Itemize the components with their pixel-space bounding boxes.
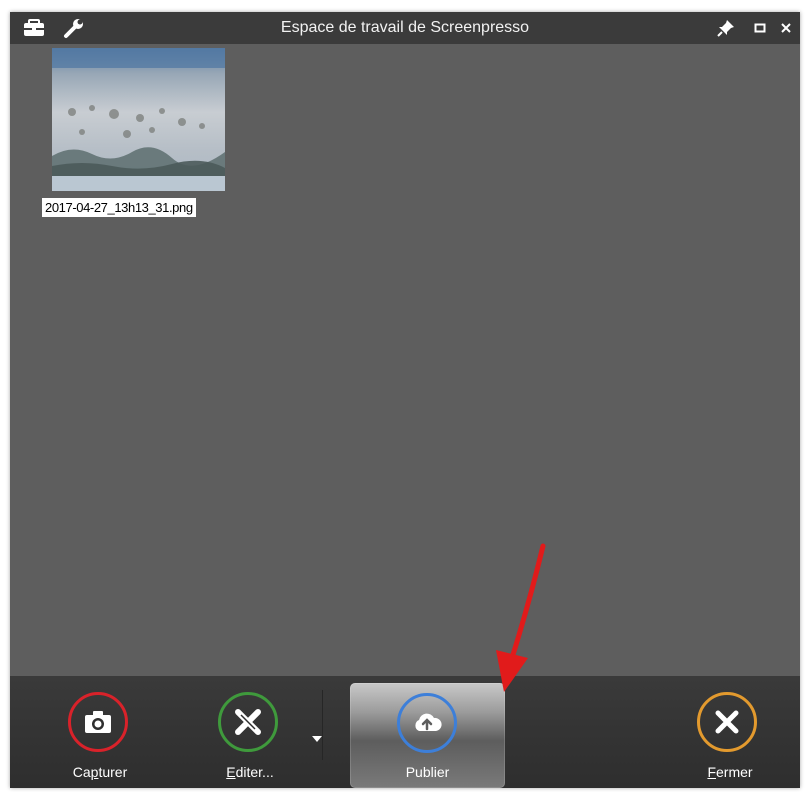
- close-label: Fermer: [707, 764, 753, 780]
- publish-label: Publier: [405, 764, 450, 780]
- toolbar-separator: [322, 690, 323, 760]
- edit-tools-icon: [218, 692, 278, 752]
- edit-dropdown-arrow-icon[interactable]: [312, 736, 322, 742]
- workspace-area[interactable]: 2017-04-27_13h13_31.png: [10, 44, 800, 676]
- close-x-icon: [697, 692, 757, 752]
- thumbnail-filename: 2017-04-27_13h13_31.png: [42, 198, 196, 217]
- restore-icon[interactable]: [748, 16, 772, 40]
- screenpresso-workspace-window: Espace de travail de Screenpresso 2017-0…: [10, 12, 800, 788]
- pin-icon[interactable]: [714, 16, 738, 40]
- camera-icon: [68, 692, 128, 752]
- cloud-upload-icon: [397, 693, 457, 753]
- edit-button[interactable]: Editer...: [200, 676, 300, 788]
- bottom-toolbar: Capturer Editer... Publier Fermer: [10, 676, 800, 788]
- capture-label: Capturer: [72, 764, 128, 780]
- window-title: Espace de travail de Screenpresso: [280, 19, 530, 36]
- close-icon[interactable]: [774, 16, 798, 40]
- capture-button[interactable]: Capturer: [50, 676, 150, 788]
- edit-label: Editer...: [226, 764, 274, 780]
- red-arrow-annotation: [496, 543, 546, 692]
- close-workspace-button[interactable]: Fermer: [680, 676, 780, 788]
- foggy-landscape-thumbnail: [52, 48, 225, 191]
- title-bar: Espace de travail de Screenpresso: [10, 12, 800, 44]
